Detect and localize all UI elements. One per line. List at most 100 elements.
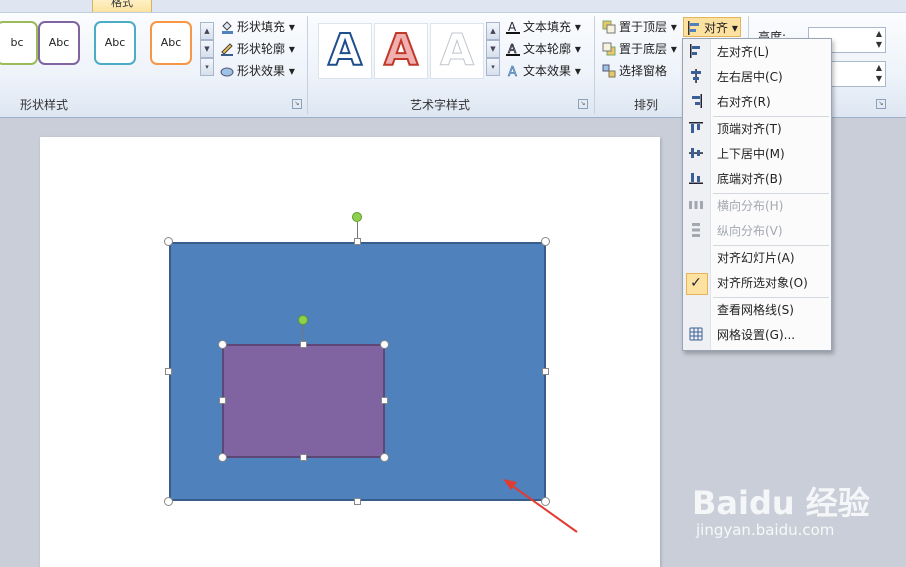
ribbon-tab-bar: 格式 <box>0 0 906 13</box>
checkmark-icon: ✓ <box>690 275 702 291</box>
wordart-gallery-down[interactable]: ▼ <box>486 40 500 58</box>
grid-icon <box>687 327 705 344</box>
size-launcher[interactable]: ↘ <box>876 99 886 109</box>
menu-item-align-selected[interactable]: ✓ 对齐所选对象(O) <box>683 271 831 296</box>
align-left-icon <box>687 44 705 61</box>
wordart-launcher[interactable]: ↘ <box>578 99 588 109</box>
shape-effects-label: 形状效果 <box>237 64 286 78</box>
gallery-down-button[interactable]: ▼ <box>200 40 214 58</box>
shape-effects-button[interactable]: 形状效果 ▾ <box>220 61 295 81</box>
resize-handle-ne[interactable] <box>541 237 550 246</box>
shape-style-thumb-3[interactable]: Abc <box>94 21 136 65</box>
text-outline-icon: A <box>506 42 520 56</box>
resize-handle-n[interactable] <box>300 341 307 348</box>
resize-handle-sw[interactable] <box>164 497 173 506</box>
wordart-style-3[interactable]: A <box>430 23 484 79</box>
text-outline-button[interactable]: A 文本轮廓 ▾ <box>506 39 581 59</box>
send-to-back-button[interactable]: 置于底层 ▾ <box>602 39 677 59</box>
shape-styles-launcher[interactable]: ↘ <box>292 99 302 109</box>
menu-item-align-bottom[interactable]: 底端对齐(B) <box>683 167 831 192</box>
annotation-arrow <box>503 479 578 533</box>
resize-handle-se[interactable] <box>380 453 389 462</box>
wordart-gallery-up[interactable]: ▲ <box>486 22 500 40</box>
menu-item-label: 纵向分布(V) <box>717 224 783 238</box>
menu-item-label: 查看网格线(S) <box>717 303 794 317</box>
rotation-handle[interactable] <box>298 315 308 325</box>
align-right-icon <box>687 94 705 111</box>
align-center-icon <box>687 69 705 86</box>
text-effects-label: 文本效果 <box>523 64 572 78</box>
paint-bucket-icon <box>220 20 234 34</box>
menu-item-grid-settings[interactable]: 网格设置(G)... <box>683 323 831 348</box>
text-fill-label: 文本填充 <box>523 20 572 34</box>
shape-styles-group-label: 形状样式 <box>19 98 68 112</box>
bring-front-icon <box>602 20 616 34</box>
text-effects-button[interactable]: A 文本效果 ▾ <box>506 61 581 81</box>
text-fill-button[interactable]: A 文本填充 ▾ <box>506 17 581 37</box>
wordart-letter-white: A <box>439 25 475 77</box>
menu-item-label: 网格设置(G)... <box>717 328 796 342</box>
text-effects-icon: A <box>506 64 520 81</box>
menu-item-label: 对齐所选对象(O) <box>717 276 808 290</box>
shape-fill-button[interactable]: 形状填充 ▾ <box>220 17 295 37</box>
bring-front-label: 置于顶层 <box>619 20 668 34</box>
align-bottom-icon <box>687 171 705 188</box>
tab-inactive[interactable] <box>14 0 86 12</box>
resize-handle-e[interactable] <box>542 368 549 375</box>
menu-item-view-gridlines[interactable]: 查看网格线(S) <box>683 298 831 323</box>
menu-item-align-to-slide[interactable]: 对齐幻灯片(A) <box>683 246 831 271</box>
distribute-vertical-icon <box>687 223 705 240</box>
rotation-handle[interactable] <box>352 212 362 222</box>
purple-rectangle-shape[interactable] <box>222 344 385 458</box>
spin-down-icon[interactable]: ▼ <box>876 39 882 51</box>
align-middle-icon <box>687 146 705 163</box>
resize-handle-s[interactable] <box>300 454 307 461</box>
wordart-gallery-more[interactable]: ▾ <box>486 58 500 76</box>
menu-item-align-top[interactable]: 顶端对齐(T) <box>683 117 831 142</box>
menu-item-align-middle[interactable]: 上下居中(M) <box>683 142 831 167</box>
resize-handle-s[interactable] <box>354 498 361 505</box>
resize-handle-nw[interactable] <box>218 340 227 349</box>
send-back-label: 置于底层 <box>619 42 668 56</box>
menu-item-label: 右对齐(R) <box>717 95 771 109</box>
svg-text:A: A <box>508 42 517 56</box>
shape-style-thumb-1[interactable]: bc <box>0 21 38 65</box>
spin-down-icon[interactable]: ▼ <box>876 73 882 85</box>
resize-handle-e[interactable] <box>381 397 388 404</box>
menu-item-label: 对齐幻灯片(A) <box>717 251 795 265</box>
resize-handle-ne[interactable] <box>380 340 389 349</box>
gallery-more-button[interactable]: ▾ <box>200 58 214 76</box>
gallery-up-button[interactable]: ▲ <box>200 22 214 40</box>
resize-handle-n[interactable] <box>354 238 361 245</box>
shape-fill-label: 形状填充 <box>237 20 286 34</box>
menu-item-distribute-vertical[interactable]: 纵向分布(V) <box>683 219 831 244</box>
send-back-icon <box>602 42 616 56</box>
group-separator <box>307 16 308 114</box>
shape-style-thumb-4[interactable]: Abc <box>150 21 192 65</box>
svg-text:A: A <box>508 65 517 78</box>
shape-style-thumb-2[interactable]: Abc <box>38 21 80 65</box>
menu-item-label: 上下居中(M) <box>717 147 785 161</box>
bring-to-front-button[interactable]: 置于顶层 ▾ <box>602 17 677 37</box>
resize-handle-nw[interactable] <box>164 237 173 246</box>
selection-pane-icon <box>602 64 616 78</box>
menu-item-align-right[interactable]: 右对齐(R) <box>683 90 831 115</box>
resize-handle-w[interactable] <box>165 368 172 375</box>
text-fill-icon: A <box>506 20 520 34</box>
selection-pane-button[interactable]: 选择窗格 <box>602 61 667 81</box>
shape-effects-icon <box>220 64 234 78</box>
arrange-group-label: 排列 <box>633 98 658 112</box>
wordart-style-2[interactable]: A <box>374 23 428 79</box>
align-button[interactable]: 对齐 ▾ <box>683 17 741 37</box>
watermark-logo: Baidu 经验 <box>692 484 870 522</box>
wordart-letter-blue: A <box>327 24 363 77</box>
menu-item-distribute-horizontal[interactable]: 横向分布(H) <box>683 194 831 219</box>
resize-handle-w[interactable] <box>219 397 226 404</box>
svg-text:A: A <box>508 20 517 34</box>
align-label: 对齐 <box>704 21 729 35</box>
menu-item-align-left[interactable]: 左对齐(L) <box>683 40 831 65</box>
resize-handle-sw[interactable] <box>218 453 227 462</box>
wordart-style-1[interactable]: A <box>318 23 372 79</box>
menu-item-align-center[interactable]: 左右居中(C) <box>683 65 831 90</box>
shape-outline-button[interactable]: 形状轮廓 ▾ <box>220 39 295 59</box>
